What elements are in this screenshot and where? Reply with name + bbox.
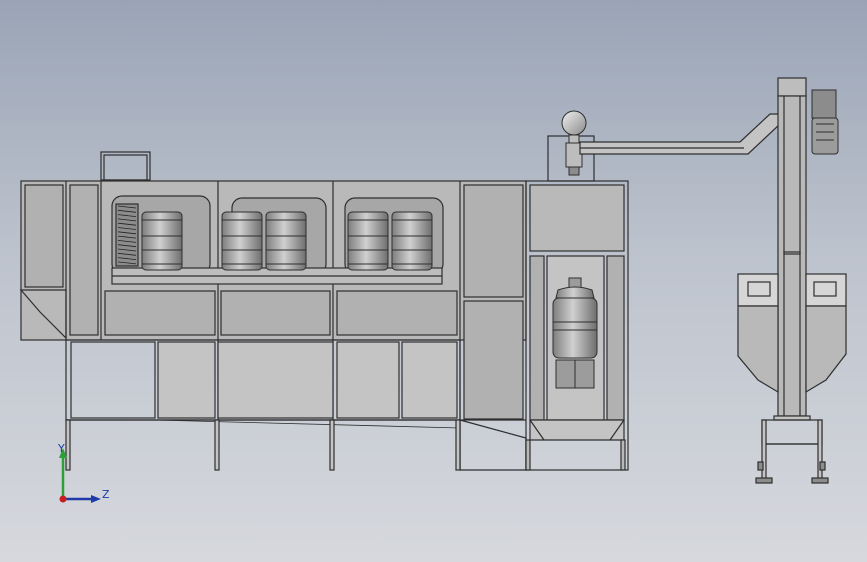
motor (811, 89, 839, 155)
washing-machine-frame (65, 339, 527, 471)
washer-bottle (141, 211, 183, 271)
washer-bottle (221, 211, 263, 271)
washer-bottle (391, 211, 433, 271)
washer-bottle (347, 211, 389, 271)
filling-bottle (552, 277, 598, 389)
elevator-stand (755, 415, 829, 484)
cap-elevator-column (777, 77, 807, 417)
z-axis-label: Z (102, 488, 110, 501)
cap-chute (579, 113, 781, 155)
y-axis-label: Y (57, 442, 65, 455)
cad-drawing: Y Z (19, 77, 847, 503)
washer-bottle (265, 211, 307, 271)
coordinate-triad: Y Z (57, 442, 110, 503)
